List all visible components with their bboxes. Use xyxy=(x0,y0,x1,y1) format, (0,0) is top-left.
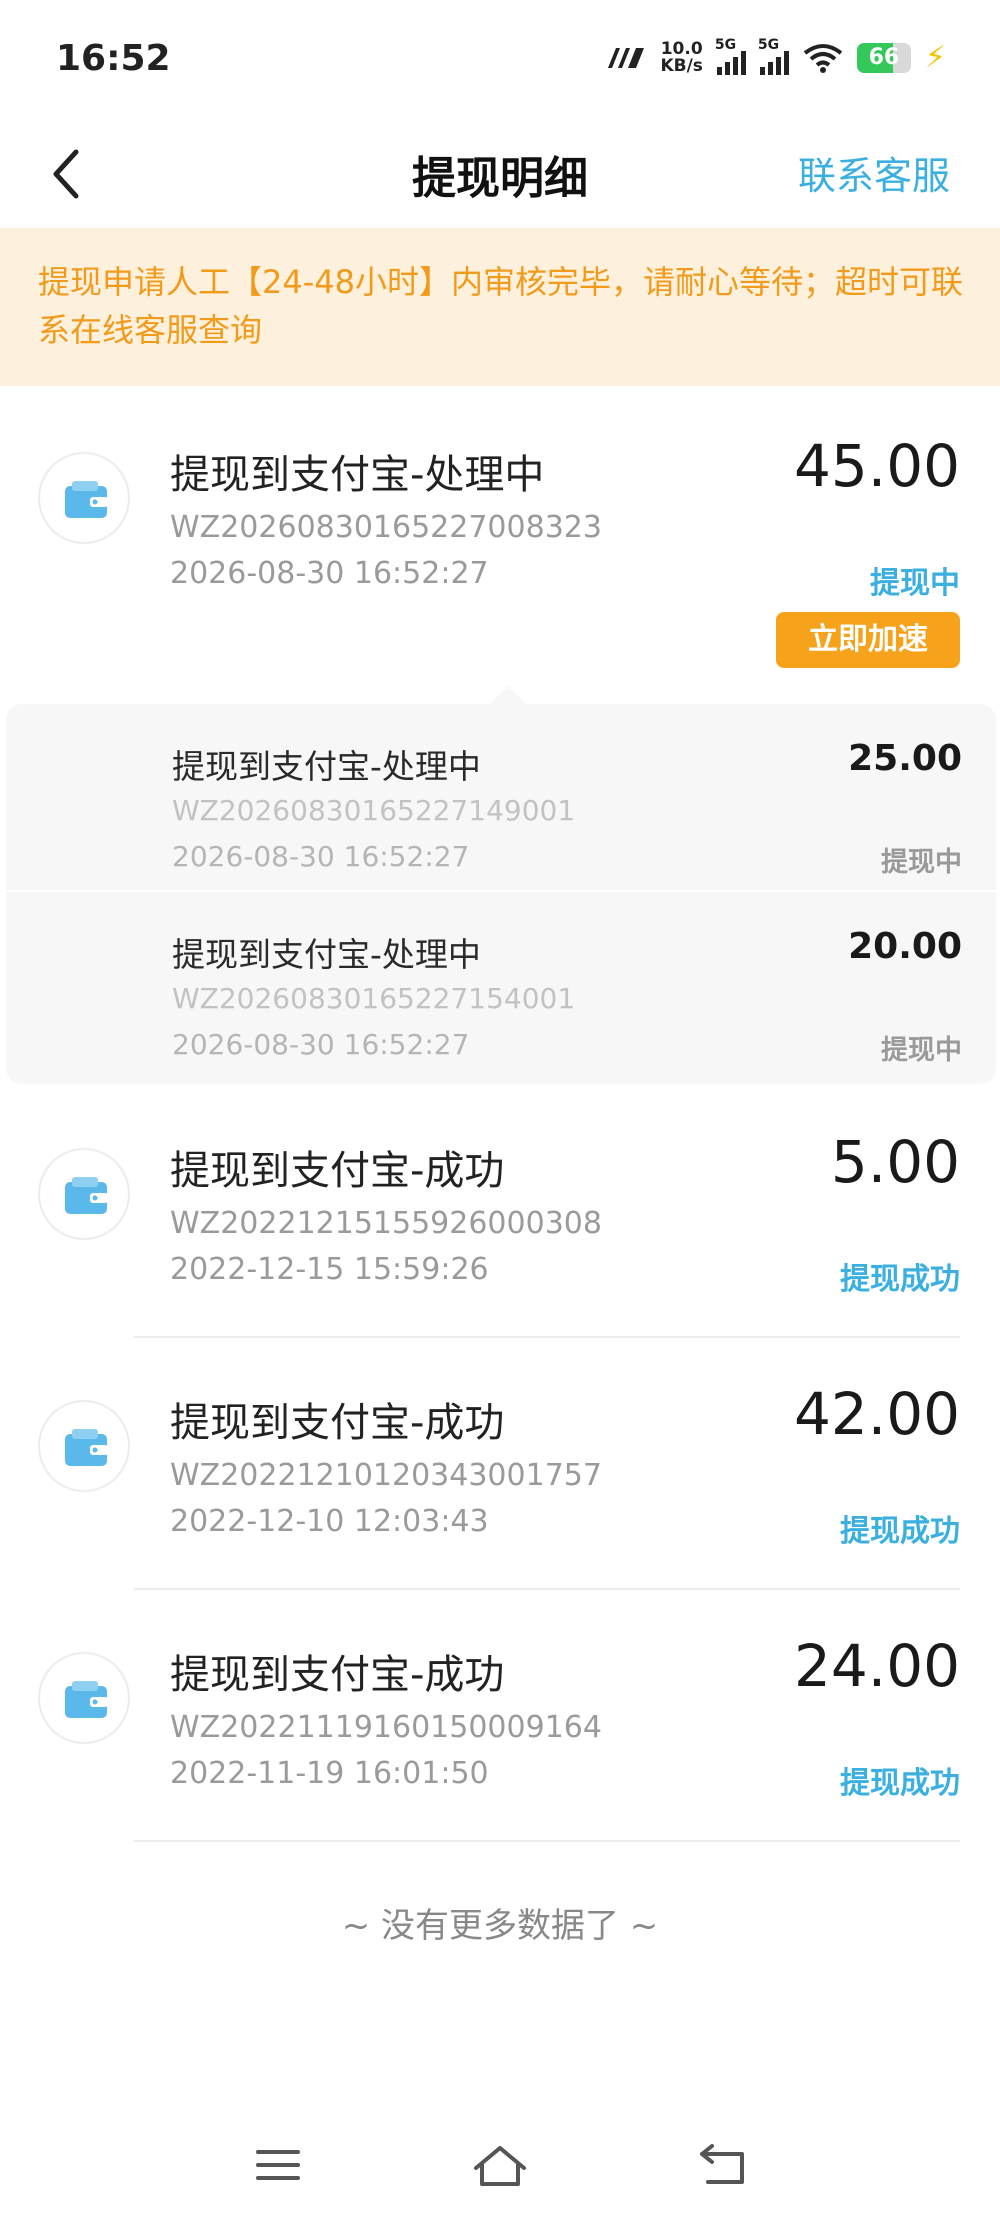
wallet-icon xyxy=(38,1652,130,1744)
record-amount: 45.00 xyxy=(793,432,960,500)
status-icons: 10.0 KB/s 5G 5G 66 ⚡ xyxy=(606,37,946,76)
record-title: 提现到支付宝-成功 xyxy=(170,1400,505,1446)
contact-service-link[interactable]: 联系客服 xyxy=(798,145,950,200)
record-amount: 24.00 xyxy=(793,1632,960,1700)
header: 提现明细 联系客服 xyxy=(0,120,1000,230)
sub-list-item[interactable]: 提现到支付宝-处理中 WZ20260830165227154001 2026-0… xyxy=(6,892,996,1078)
sub-record-time: 2026-08-30 16:52:27 xyxy=(172,1028,470,1061)
record-title: 提现到支付宝-成功 xyxy=(170,1652,505,1698)
signal-1-label: 5G xyxy=(714,36,737,53)
sub-record-amount: 25.00 xyxy=(848,738,962,779)
m-logo-icon xyxy=(608,47,645,68)
list-item[interactable]: 提现到支付宝-成功 WZ20221210120343001757 2022-12… xyxy=(0,1338,1000,1590)
speed-up-button[interactable]: 立即加速 xyxy=(776,612,960,668)
record-order-no: WZ20260830165227008323 xyxy=(170,510,602,545)
record-order-no: WZ20221215155926000308 xyxy=(170,1206,602,1241)
battery-level: 66 xyxy=(868,44,900,70)
status-badge: 提现成功 xyxy=(840,1262,960,1297)
sub-status-badge: 提现中 xyxy=(881,1035,962,1066)
no-more-data-text: ~ 没有更多数据了 ~ xyxy=(341,1906,659,1946)
sub-record-order-no: WZ20260830165227149001 xyxy=(172,794,576,827)
record-amount: 5.00 xyxy=(830,1128,960,1196)
home-icon[interactable] xyxy=(470,2140,530,2190)
sub-items-panel: 提现到支付宝-处理中 WZ20260830165227149001 2026-0… xyxy=(6,686,996,1084)
battery-icon: 66 xyxy=(856,42,911,73)
list-item[interactable]: 提现到支付宝-处理中 WZ20260830165227008323 2026-0… xyxy=(0,386,1000,704)
back-icon[interactable] xyxy=(694,2140,754,2190)
wallet-icon xyxy=(38,1148,130,1240)
record-time: 2022-12-10 12:03:43 xyxy=(170,1504,489,1539)
record-time: 2022-11-19 16:01:50 xyxy=(170,1756,489,1791)
signal-2-icon: 5G xyxy=(758,37,789,75)
record-time: 2026-08-30 16:52:27 xyxy=(170,556,489,591)
record-title: 提现到支付宝-处理中 xyxy=(170,452,545,498)
list-item[interactable]: 提现到支付宝-成功 WZ20221119160150009164 2022-11… xyxy=(0,1590,1000,1842)
signal-2-label: 5G xyxy=(757,36,780,53)
record-amount: 42.00 xyxy=(793,1380,960,1448)
status-time: 16:52 xyxy=(56,38,171,79)
wallet-icon xyxy=(38,1400,130,1492)
list-item[interactable]: 提现到支付宝-成功 WZ20221215155926000308 2022-12… xyxy=(0,1090,1000,1336)
sub-record-amount: 20.00 xyxy=(848,926,962,967)
wallet-icon xyxy=(38,452,130,544)
status-bar: 16:52 10.0 KB/s 5G 5G 66 ⚡ xyxy=(0,0,1000,120)
record-order-no: WZ20221119160150009164 xyxy=(170,1710,602,1745)
sub-record-title: 提现到支付宝-处理中 xyxy=(172,747,481,786)
signal-1-icon: 5G xyxy=(715,37,746,75)
net-speed-value: 10.0 xyxy=(660,38,703,59)
status-badge: 提现成功 xyxy=(840,1766,960,1801)
menu-icon[interactable] xyxy=(248,2140,308,2190)
record-time: 2022-12-15 15:59:26 xyxy=(170,1252,489,1287)
system-nav-bar xyxy=(0,2120,1000,2210)
net-speed-unit: KB/s xyxy=(660,55,703,76)
record-title: 提现到支付宝-成功 xyxy=(170,1148,505,1194)
record-order-no: WZ20221210120343001757 xyxy=(170,1458,602,1493)
sub-record-order-no: WZ20260830165227154001 xyxy=(172,982,576,1015)
divider xyxy=(134,1840,960,1842)
sub-list-item[interactable]: 提现到支付宝-处理中 WZ20260830165227149001 2026-0… xyxy=(6,704,996,890)
notice-banner: 提现申请人工【24-48小时】内审核完毕，请耐心等待；超时可联系在线客服查询 xyxy=(0,228,1000,386)
sub-status-badge: 提现中 xyxy=(881,847,962,878)
network-speed: 10.0 KB/s xyxy=(660,38,703,76)
status-badge: 提现中 xyxy=(870,566,960,601)
charging-icon: ⚡ xyxy=(924,40,946,75)
sub-record-time: 2026-08-30 16:52:27 xyxy=(172,840,470,873)
sub-record-title: 提现到支付宝-处理中 xyxy=(172,935,481,974)
wifi-icon xyxy=(803,43,843,73)
panel-arrow xyxy=(490,686,526,704)
status-badge: 提现成功 xyxy=(840,1514,960,1549)
